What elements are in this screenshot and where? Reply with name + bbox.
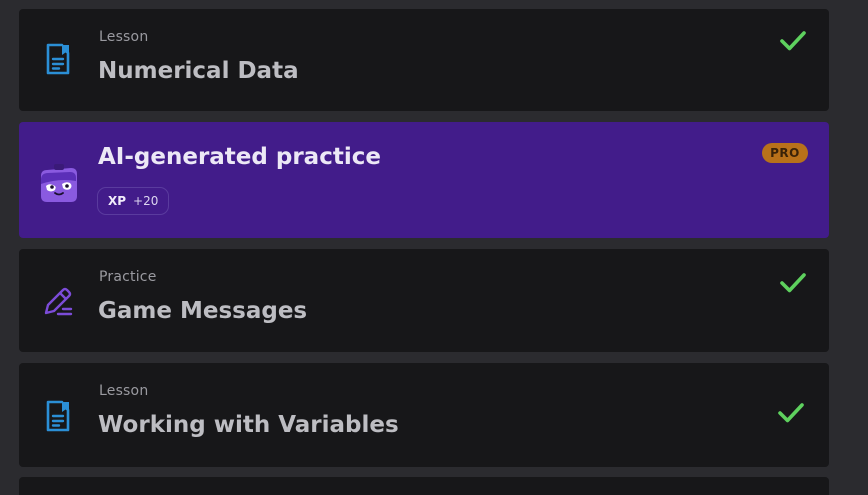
lesson-list: Lesson Numerical Data AI-generated pract… <box>0 0 868 495</box>
ai-practice-card[interactable]: AI-generated practice PRO XP +20 <box>19 122 829 238</box>
item-kind-label: Lesson <box>99 383 149 399</box>
pro-badge: PRO <box>762 143 808 163</box>
document-icon <box>46 43 70 75</box>
item-title: AI-generated practice <box>98 144 381 170</box>
pencil-icon <box>44 287 73 316</box>
checkmark-icon <box>780 273 806 293</box>
item-kind-label: Lesson <box>99 29 149 45</box>
item-title: Working with Variables <box>98 412 399 438</box>
practice-card-game-messages[interactable]: Practice Game Messages <box>19 249 829 352</box>
next-item-card[interactable] <box>19 477 829 495</box>
item-title: Game Messages <box>98 298 308 324</box>
item-kind-label: Practice <box>99 269 157 285</box>
xp-reward-pill: XP +20 <box>97 187 170 215</box>
checkmark-icon <box>778 403 804 423</box>
xp-label: XP <box>108 194 127 208</box>
document-icon <box>46 400 70 432</box>
checkmark-icon <box>780 31 806 51</box>
item-title: Numerical Data <box>98 58 299 84</box>
lesson-card-working-with-variables[interactable]: Lesson Working with Variables <box>19 363 829 467</box>
robot-mascot-icon <box>41 164 77 202</box>
xp-value: +20 <box>133 194 159 208</box>
lesson-card-numerical-data[interactable]: Lesson Numerical Data <box>19 9 829 111</box>
